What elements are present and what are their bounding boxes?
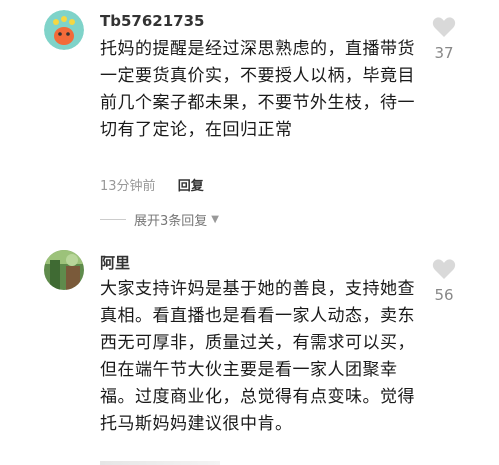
comment-text: 托妈的提醒是经过深思熟虑的，直播带货一定要货真价实，不要授人以柄，毕竟目前几个案…: [100, 39, 415, 140]
divider: [100, 219, 126, 220]
expand-replies-label: 展开3条回复: [134, 214, 208, 229]
truncated-meta: [100, 461, 220, 465]
like-count: 37: [434, 44, 454, 62]
avatar[interactable]: [44, 250, 84, 290]
comment-text: 大家支持许妈是基于她的善良，支持她查真相。看直播也是看看一家人动态，卖东西无可厚…: [100, 279, 415, 434]
username[interactable]: Tb57621735: [100, 12, 204, 30]
chevron-down-icon: ▼: [211, 214, 219, 225]
username[interactable]: 阿里: [100, 252, 130, 273]
heart-icon: [432, 17, 456, 37]
like-button[interactable]: 37: [429, 16, 459, 62]
timestamp: 13分钟前: [100, 179, 156, 194]
like-count: 56: [434, 286, 454, 304]
comment-meta: 13分钟前 回复: [100, 175, 204, 194]
reply-button[interactable]: 回复: [178, 179, 204, 194]
like-button[interactable]: 56: [429, 258, 459, 304]
comment-item: Tb57621735 37 托妈的提醒是经过深思熟虑的，直播带货一定要货真价实，…: [0, 0, 499, 240]
expand-replies-button[interactable]: 展开3条回复 ▼: [100, 210, 219, 229]
heart-icon: [432, 259, 456, 279]
avatar[interactable]: [44, 10, 84, 50]
comment-item: 阿里 56 大家支持许妈是基于她的善良，支持她查真相。看直播也是看看一家人动态，…: [0, 240, 499, 465]
